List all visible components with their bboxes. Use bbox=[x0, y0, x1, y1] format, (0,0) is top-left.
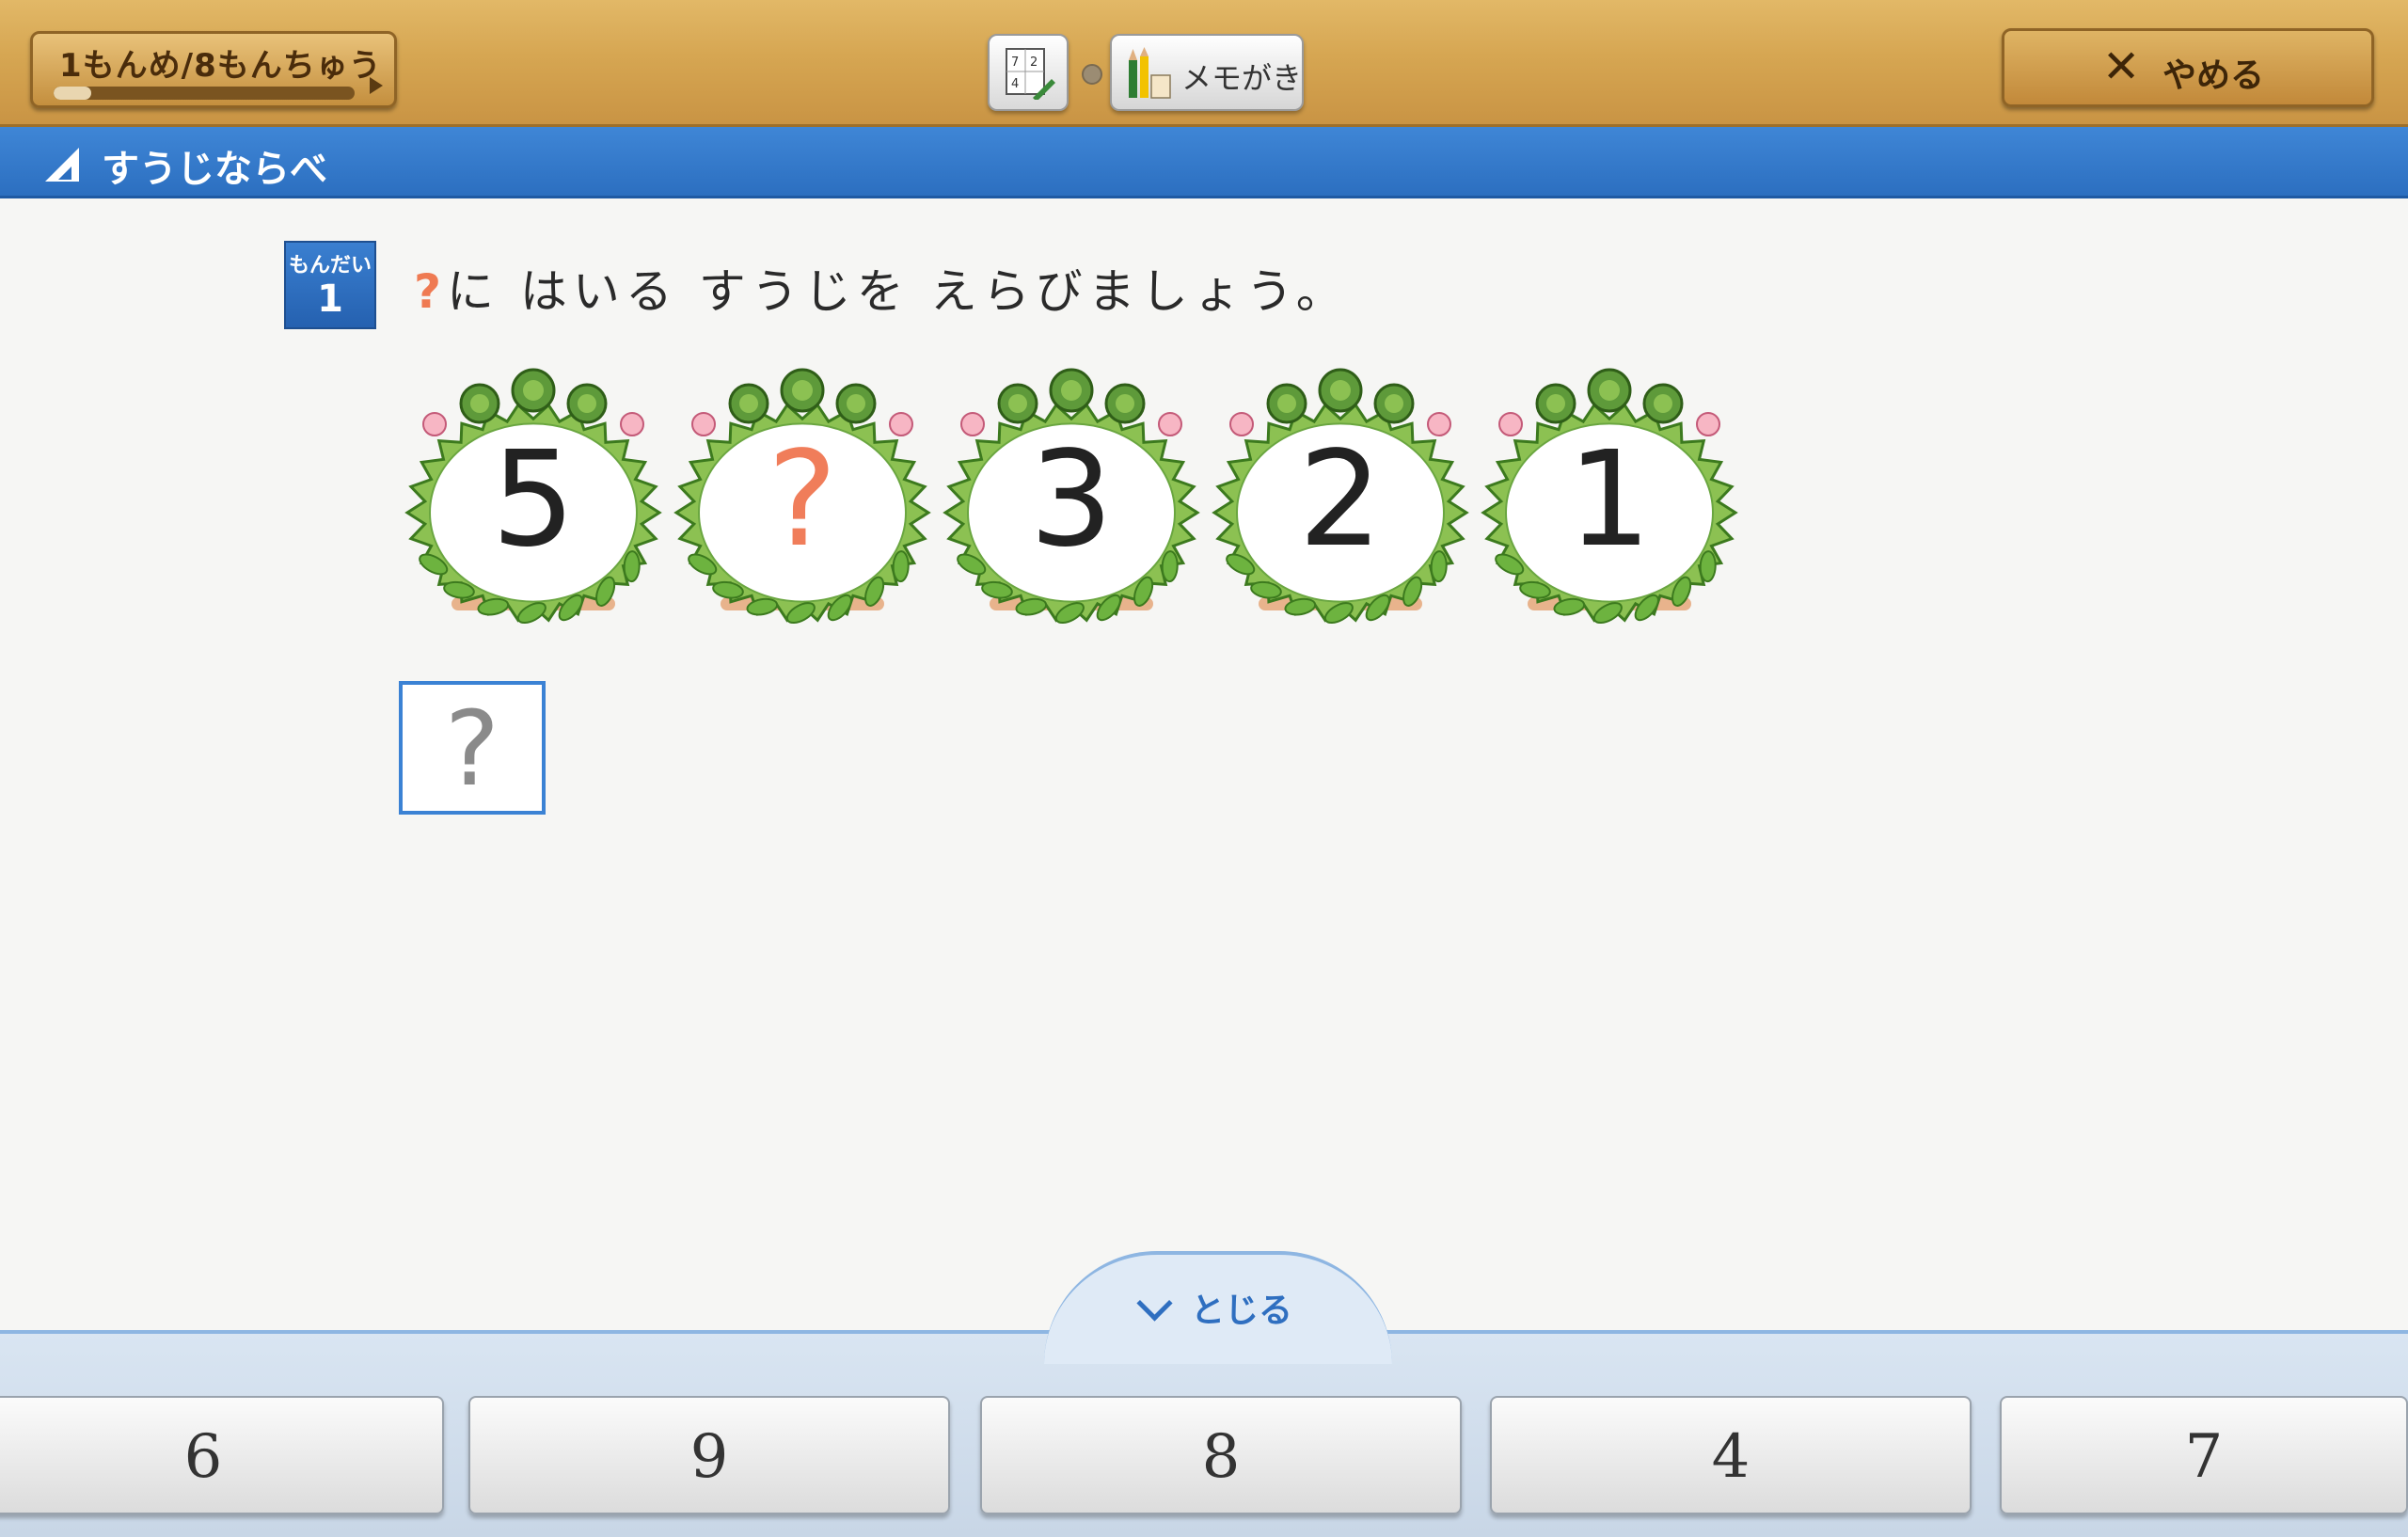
memo-button[interactable]: メモがき bbox=[1110, 34, 1304, 111]
number-key-label: 6 bbox=[183, 1422, 223, 1492]
number-key-label: 8 bbox=[1201, 1422, 1241, 1492]
flag-icon bbox=[370, 77, 383, 94]
pencils-icon bbox=[1129, 47, 1171, 99]
number-key-label: 9 bbox=[689, 1422, 729, 1492]
number-wreath: 1 bbox=[1477, 362, 1742, 626]
sequence-number: 2 bbox=[1298, 423, 1383, 577]
number-wreath: 2 bbox=[1208, 362, 1473, 626]
svg-text:4: 4 bbox=[1011, 77, 1019, 91]
calculator-button[interactable]: 7 2 4 bbox=[988, 34, 1069, 111]
page-title: すうじならべ bbox=[102, 148, 327, 191]
quit-button[interactable]: ✕ やめる bbox=[2002, 28, 2374, 107]
number-key-label: 7 bbox=[2184, 1422, 2224, 1492]
number-key[interactable]: 6 bbox=[0, 1396, 444, 1514]
progress-label: 1もんめ/8もんちゅう bbox=[59, 47, 382, 85]
number-key-label: 4 bbox=[1711, 1422, 1751, 1492]
calculator-pen-icon: 7 2 4 bbox=[1006, 48, 1055, 100]
missing-number: ? bbox=[767, 423, 838, 577]
progress-fill bbox=[54, 87, 91, 100]
sequence-number: 3 bbox=[1029, 423, 1114, 577]
chevron-down-icon bbox=[1136, 1285, 1173, 1322]
title-bar: すうじならべ bbox=[0, 127, 2408, 198]
answer-placeholder: ? bbox=[444, 689, 500, 809]
number-key[interactable]: 4 bbox=[1490, 1396, 1972, 1514]
question-prompt: ?に はいる すうじを えらびましょう。 bbox=[414, 254, 1349, 322]
question-badge-label: もんだい bbox=[288, 254, 372, 277]
close-keypad-label: とじる bbox=[1191, 1291, 1293, 1330]
top-toolbar: 1もんめ/8もんちゅう 7 2 4 メモがき ✕ やめる bbox=[0, 0, 2408, 127]
question-badge-number: 1 bbox=[317, 277, 343, 321]
number-wreath: ? bbox=[670, 362, 935, 626]
number-wreath: 3 bbox=[939, 362, 1204, 626]
progress-button[interactable]: 1もんめ/8もんちゅう bbox=[30, 31, 397, 108]
close-keypad-button[interactable]: とじる bbox=[1044, 1251, 1392, 1364]
number-key[interactable]: 7 bbox=[2000, 1396, 2408, 1514]
prompt-question-mark: ? bbox=[414, 264, 448, 319]
number-key[interactable]: 9 bbox=[468, 1396, 950, 1514]
svg-text:7: 7 bbox=[1011, 55, 1019, 70]
number-wreath: 5 bbox=[401, 362, 666, 626]
sequence-number: 5 bbox=[491, 423, 576, 577]
prompt-text: に はいる すうじを えらびましょう。 bbox=[447, 264, 1349, 319]
close-icon: ✕ bbox=[2102, 40, 2141, 93]
svg-text:2: 2 bbox=[1030, 55, 1038, 70]
number-key[interactable]: 8 bbox=[980, 1396, 1462, 1514]
answer-box[interactable]: ? bbox=[399, 681, 546, 815]
toggle-indicator bbox=[1082, 64, 1102, 85]
memo-label: メモがき bbox=[1181, 60, 1303, 96]
quit-label: やめる bbox=[2162, 56, 2265, 95]
progress-bar bbox=[54, 87, 355, 100]
question-number-badge: もんだい 1 bbox=[284, 241, 376, 329]
sequence-number: 1 bbox=[1567, 423, 1652, 577]
